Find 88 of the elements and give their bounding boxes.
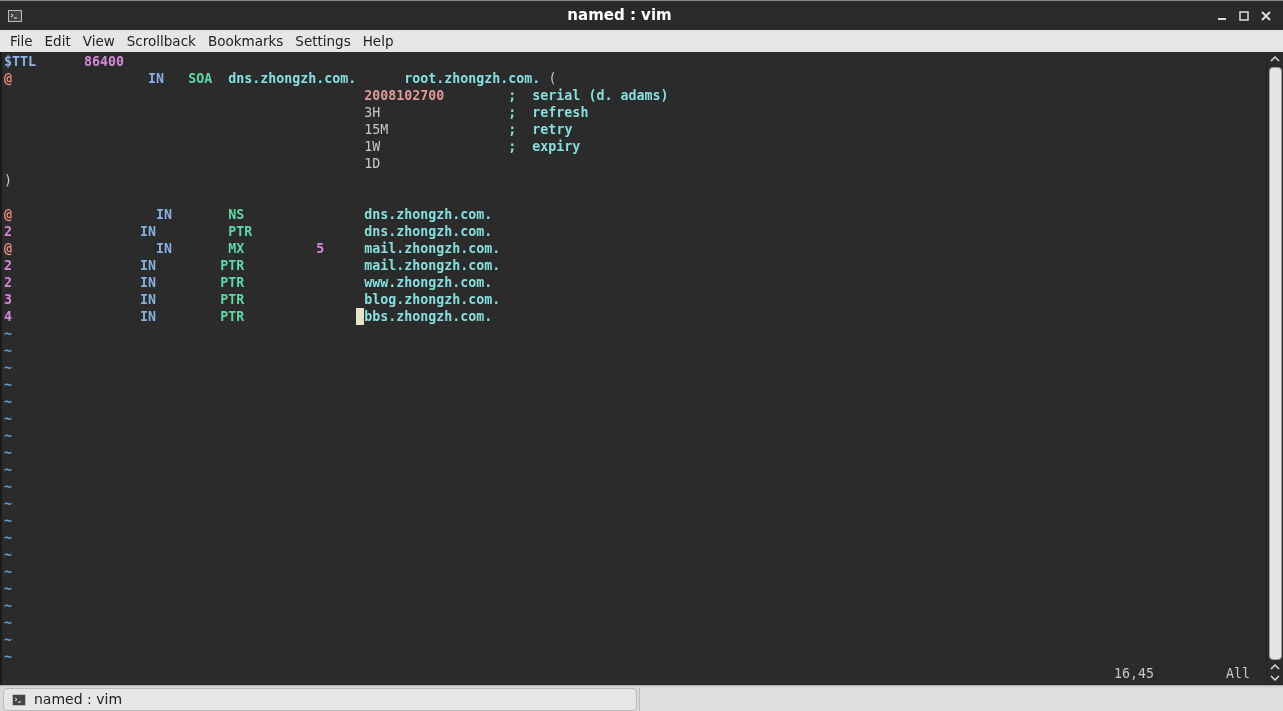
code-token: @ (4, 240, 12, 257)
code-token: IN (140, 308, 157, 325)
code-token: root.zhongzh.com. (404, 70, 541, 87)
code-token: 2 (4, 274, 12, 291)
code-token: IN (140, 223, 157, 240)
empty-line-tilde: ~ (4, 614, 12, 631)
code-token: dns.zhongzh.com. (364, 206, 493, 223)
code-token: retry (532, 121, 573, 138)
code-token: refresh (532, 104, 589, 121)
empty-line-tilde: ~ (4, 631, 12, 648)
code-token: 1W (364, 138, 381, 155)
menu-item[interactable]: Help (356, 30, 400, 52)
empty-line-tilde: ~ (4, 580, 12, 597)
code-token: PTR (220, 308, 245, 325)
code-token: ; (508, 138, 517, 155)
code-token: ; (508, 104, 517, 121)
code-token: www.zhongzh.com. (364, 274, 493, 291)
code-token: IN (140, 274, 157, 291)
scroll-position: All (1225, 665, 1250, 682)
empty-line-tilde: ~ (4, 376, 12, 393)
code-token: bbs.zhongzh.com. (364, 308, 493, 325)
empty-line-tilde: ~ (4, 342, 12, 359)
code-token: ) (4, 172, 12, 189)
code-token: 4 (4, 308, 12, 325)
menu-item[interactable]: Bookmarks (201, 30, 290, 52)
scroll-thumb[interactable] (1268, 67, 1282, 660)
empty-line-tilde: ~ (4, 359, 12, 376)
menu-item[interactable]: View (76, 30, 121, 52)
code-token: blog.zhongzh.com. (364, 291, 501, 308)
menu-item[interactable]: Edit (38, 30, 77, 52)
menu-item[interactable]: File (4, 30, 39, 52)
taskbar-button[interactable]: named : vim (3, 688, 637, 711)
code-token: 2 (4, 257, 12, 274)
code-token: PTR (220, 257, 245, 274)
terminal-icon (12, 693, 26, 706)
code-token: @ (4, 206, 12, 223)
code-token: dns.zhongzh.com. (228, 70, 357, 87)
code-token: $TTL (4, 53, 37, 70)
cursor-position: 16,45 (1113, 665, 1154, 682)
close-icon[interactable] (1261, 10, 1271, 21)
menu-item[interactable]: Settings (289, 30, 357, 52)
empty-line-tilde: ~ (4, 393, 12, 410)
code-token: ( (548, 70, 557, 87)
empty-line-tilde: ~ (4, 648, 12, 665)
code-token: 2 (4, 223, 12, 240)
empty-line-tilde: ~ (4, 461, 12, 478)
maximize-icon[interactable] (1239, 10, 1249, 21)
empty-line-tilde: ~ (4, 546, 12, 563)
code-token: PTR (228, 223, 253, 240)
code-token: IN (156, 206, 173, 223)
code-token: ; (508, 121, 517, 138)
empty-line-tilde: ~ (4, 529, 12, 546)
window-title: named : vim (567, 5, 672, 27)
code-token: MX (228, 240, 245, 257)
code-token: 3 (4, 291, 12, 308)
code-token: 1D (364, 155, 381, 172)
scrollbar[interactable] (1266, 52, 1283, 685)
empty-line-tilde: ~ (4, 410, 12, 427)
code-token: serial (d. adams) (532, 87, 669, 104)
empty-line-tilde: ~ (4, 444, 12, 461)
code-token: expiry (532, 138, 581, 155)
code-token: ; (508, 87, 517, 104)
empty-line-tilde: ~ (4, 325, 12, 342)
terminal-icon (8, 9, 22, 22)
empty-line-tilde: ~ (4, 512, 12, 529)
code-token: 3H (364, 104, 381, 121)
code-token: dns.zhongzh.com. (364, 223, 493, 240)
code-token: 2008102700 (364, 87, 445, 104)
code-token: SOA (188, 70, 213, 87)
empty-line-tilde: ~ (4, 495, 12, 512)
code-token: PTR (220, 274, 245, 291)
code-token: PTR (220, 291, 245, 308)
code-token: IN (148, 70, 165, 87)
empty-line-tilde: ~ (4, 597, 12, 614)
empty-line-tilde: ~ (4, 478, 12, 495)
code-token: IN (140, 291, 157, 308)
code-token: @ (4, 70, 12, 87)
menu-item[interactable]: Scrollback (120, 30, 202, 52)
code-token: IN (156, 240, 173, 257)
empty-line-tilde: ~ (4, 427, 12, 444)
code-token: NS (228, 206, 245, 223)
code-token: 86400 (84, 53, 125, 70)
code-token: 5 (316, 240, 325, 257)
code-token: 15M (364, 121, 389, 138)
code-token: mail.zhongzh.com. (364, 257, 501, 274)
code-token: mail.zhongzh.com. (364, 240, 501, 257)
empty-line-tilde: ~ (4, 563, 12, 580)
code-token: IN (140, 257, 157, 274)
